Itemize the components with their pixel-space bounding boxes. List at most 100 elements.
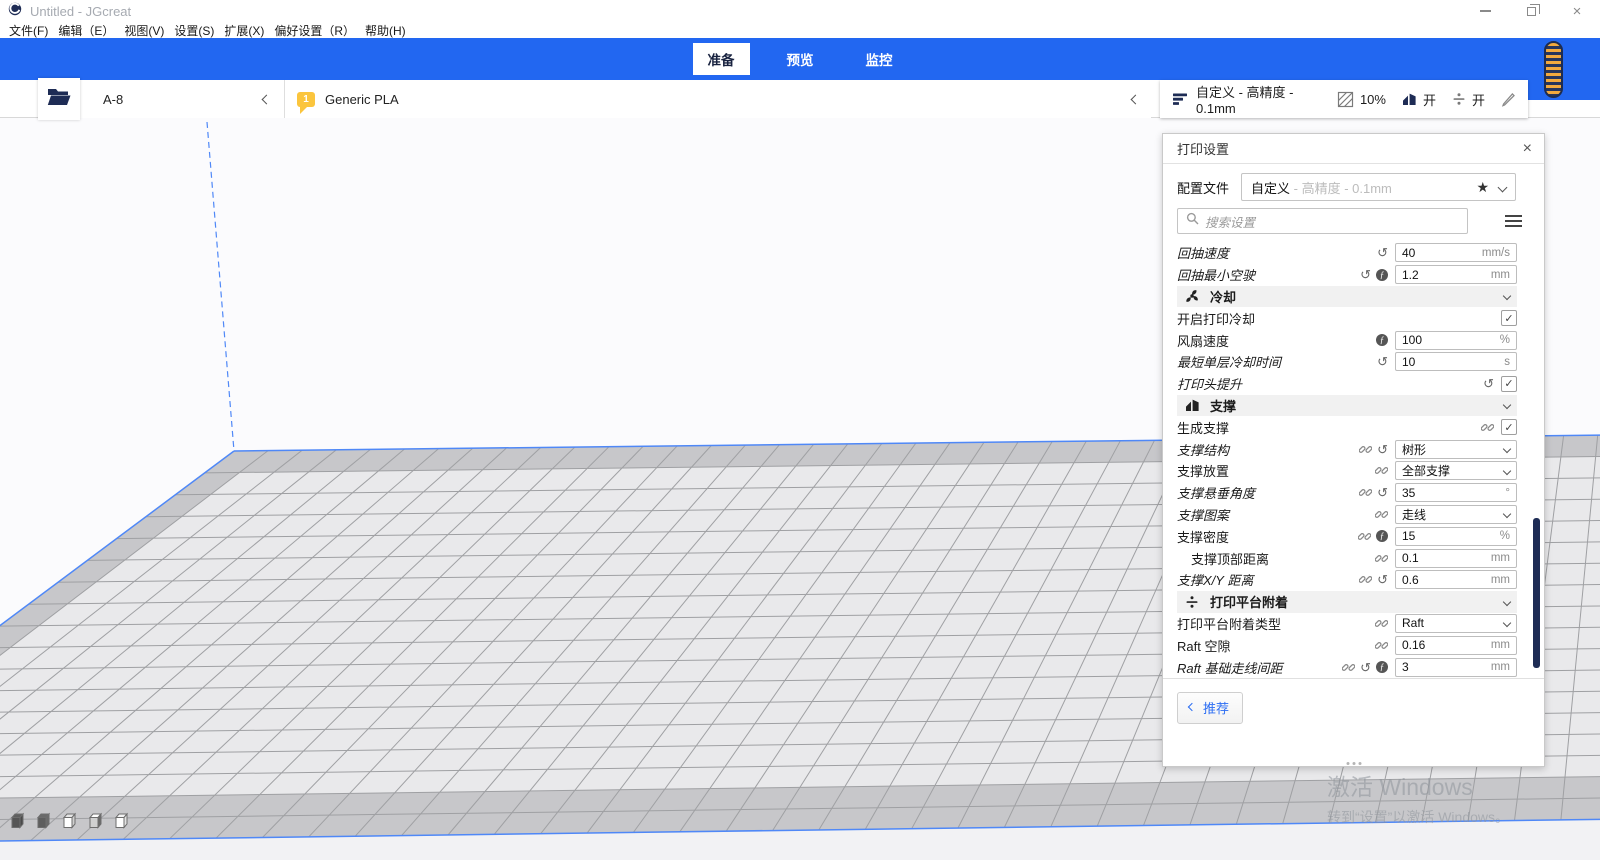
view-left-button[interactable] [86, 810, 105, 831]
reset-icon[interactable]: ↺ [1377, 486, 1388, 499]
setting-checkbox[interactable]: ✓ [1501, 419, 1517, 435]
star-icon[interactable]: ★ [1476, 179, 1489, 196]
view-top-button[interactable] [60, 810, 79, 831]
setting-label: 开启打印冷却 [1177, 309, 1255, 328]
setting-row: 支撑顶部距离0.1mm [1177, 547, 1517, 569]
infill-percent: 10% [1360, 92, 1386, 107]
link-icon [1375, 552, 1388, 565]
setting-row: 打印平台附着类型Raft [1177, 613, 1517, 635]
setting-label: 回抽最小空驶 [1177, 265, 1255, 284]
search-input[interactable]: 搜索设置 [1177, 208, 1468, 234]
setting-input[interactable]: 0.16mm [1395, 636, 1517, 655]
view-front-button[interactable] [34, 810, 53, 831]
setting-checkbox[interactable]: ✓ [1501, 376, 1517, 392]
profile-dropdown[interactable]: 自定义 - 高精度 - 0.1mm ★ [1241, 173, 1516, 201]
reset-icon[interactable]: ↺ [1377, 573, 1388, 586]
menu-bar: 文件(F)编辑（E）视图(V)设置(S)扩展(X)偏好设置（R）帮助(H) [0, 22, 1600, 38]
settings-visibility-menu-icon[interactable] [1505, 215, 1522, 227]
restore-icon [1527, 7, 1536, 16]
adhesion-icon [1184, 595, 1200, 609]
adhesion-state: 开 [1472, 90, 1485, 109]
setting-row: 支撑图案 走线 [1177, 504, 1517, 526]
panel-resize-handle[interactable] [1346, 762, 1361, 765]
minimize-icon [1480, 10, 1491, 12]
support-icon [1402, 92, 1417, 106]
material-selector[interactable]: 1 Generic PLA [285, 80, 1151, 118]
profile-value: 自定义 [1251, 178, 1290, 197]
setting-input[interactable]: 15% [1395, 527, 1517, 546]
view-right-button[interactable] [112, 810, 131, 831]
reset-icon[interactable]: ↺ [1377, 355, 1388, 368]
view-3d-button[interactable] [8, 810, 27, 831]
setting-label: 最短单层冷却时间 [1177, 352, 1281, 371]
settings-section-header[interactable]: 冷却 [1177, 286, 1517, 308]
material-name: Generic PLA [325, 92, 399, 107]
setting-input[interactable]: 10s [1395, 352, 1517, 371]
menu-item[interactable]: 设置(S) [169, 22, 219, 39]
setting-input[interactable]: 0.6mm [1395, 570, 1517, 589]
minimize-button[interactable] [1462, 0, 1508, 22]
reset-icon[interactable]: ↺ [1483, 377, 1494, 390]
chevron-down-icon [1503, 510, 1511, 518]
menu-item[interactable]: 扩展(X) [219, 22, 269, 39]
reset-icon[interactable]: ↺ [1377, 246, 1388, 259]
setting-label: Raft 空隙 [1177, 636, 1230, 655]
chevron-down-icon [1503, 467, 1511, 475]
setting-label: 支撑结构 [1177, 440, 1229, 459]
setting-select[interactable]: 全部支撑 [1395, 461, 1517, 480]
restore-button[interactable] [1508, 0, 1554, 22]
setting-input[interactable]: 100% [1395, 331, 1517, 350]
stage-tab-2[interactable]: 预览 [772, 43, 829, 75]
menu-item[interactable]: 文件(F) [4, 22, 53, 39]
reset-icon[interactable]: ↺ [1360, 661, 1371, 674]
setting-select[interactable]: 树形 [1395, 440, 1517, 459]
setting-input[interactable]: 35° [1395, 483, 1517, 502]
setting-input[interactable]: 0.1mm [1395, 549, 1517, 568]
menu-item[interactable]: 编辑（E） [53, 22, 119, 39]
setting-label: 支撑图案 [1177, 505, 1229, 524]
menu-item[interactable]: 帮助(H) [360, 22, 411, 39]
quality-layers-icon [1172, 92, 1188, 106]
reset-icon[interactable]: ↺ [1377, 443, 1388, 456]
close-button[interactable]: × [1554, 0, 1600, 22]
setting-label: Raft 基础走线间距 [1177, 658, 1282, 677]
section-title: 冷却 [1210, 287, 1236, 306]
recommended-mode-button[interactable]: 推荐 [1177, 692, 1243, 724]
setting-select[interactable]: Raft [1395, 614, 1517, 633]
link-icon [1375, 464, 1388, 477]
chevron-down-icon [1503, 619, 1511, 627]
settings-list: 回抽速度↺40mm/s回抽最小空驶↺ƒ1.2mm冷却开启打印冷却✓风扇速度ƒ10… [1163, 242, 1544, 678]
setting-select[interactable]: 走线 [1395, 505, 1517, 524]
extruder-badge: 1 [297, 92, 315, 107]
settings-scrollbar[interactable] [1533, 518, 1540, 668]
function-value-icon: ƒ [1376, 661, 1388, 673]
chevron-down-icon [1498, 182, 1508, 192]
link-icon [1342, 661, 1355, 674]
setting-input[interactable]: 3mm [1395, 658, 1517, 677]
chevron-down-icon [1503, 292, 1511, 300]
settings-section-header[interactable]: 打印平台附着 [1177, 591, 1517, 613]
setting-row: Raft 基础走线间距 ↺ ƒ 3mm [1177, 656, 1517, 678]
edit-pencil-icon[interactable] [1501, 92, 1516, 107]
menu-item[interactable]: 视图(V) [119, 22, 169, 39]
fan-icon [1184, 289, 1200, 303]
link-icon [1358, 530, 1371, 543]
setting-label: 打印头提升 [1177, 374, 1242, 393]
stage-tab-3[interactable]: 监控 [851, 43, 908, 75]
menu-item[interactable]: 偏好设置（R） [269, 22, 360, 39]
panel-close-icon[interactable]: × [1523, 141, 1532, 157]
print-settings-summary[interactable]: 自定义 - 高精度 - 0.1mm 10% 开 开 [1160, 80, 1528, 118]
setting-input[interactable]: 40mm/s [1395, 243, 1517, 262]
setting-input[interactable]: 1.2mm [1395, 265, 1517, 284]
printer-selector[interactable]: A-8 [80, 80, 285, 118]
stage-bar-corner [1528, 80, 1600, 100]
setting-row: 打印头提升 ↺ ✓ [1177, 373, 1517, 395]
stage-tab-1[interactable]: 准备 [693, 43, 750, 75]
setting-checkbox[interactable]: ✓ [1501, 310, 1517, 326]
settings-section-header[interactable]: 支撑 [1177, 395, 1517, 417]
reset-icon[interactable]: ↺ [1360, 268, 1371, 281]
setting-label: 风扇速度 [1177, 331, 1229, 350]
filament-spool-indicator[interactable] [1544, 41, 1563, 98]
setting-row: 最短单层冷却时间 ↺ 10s [1177, 351, 1517, 373]
open-file-button[interactable] [38, 78, 80, 120]
